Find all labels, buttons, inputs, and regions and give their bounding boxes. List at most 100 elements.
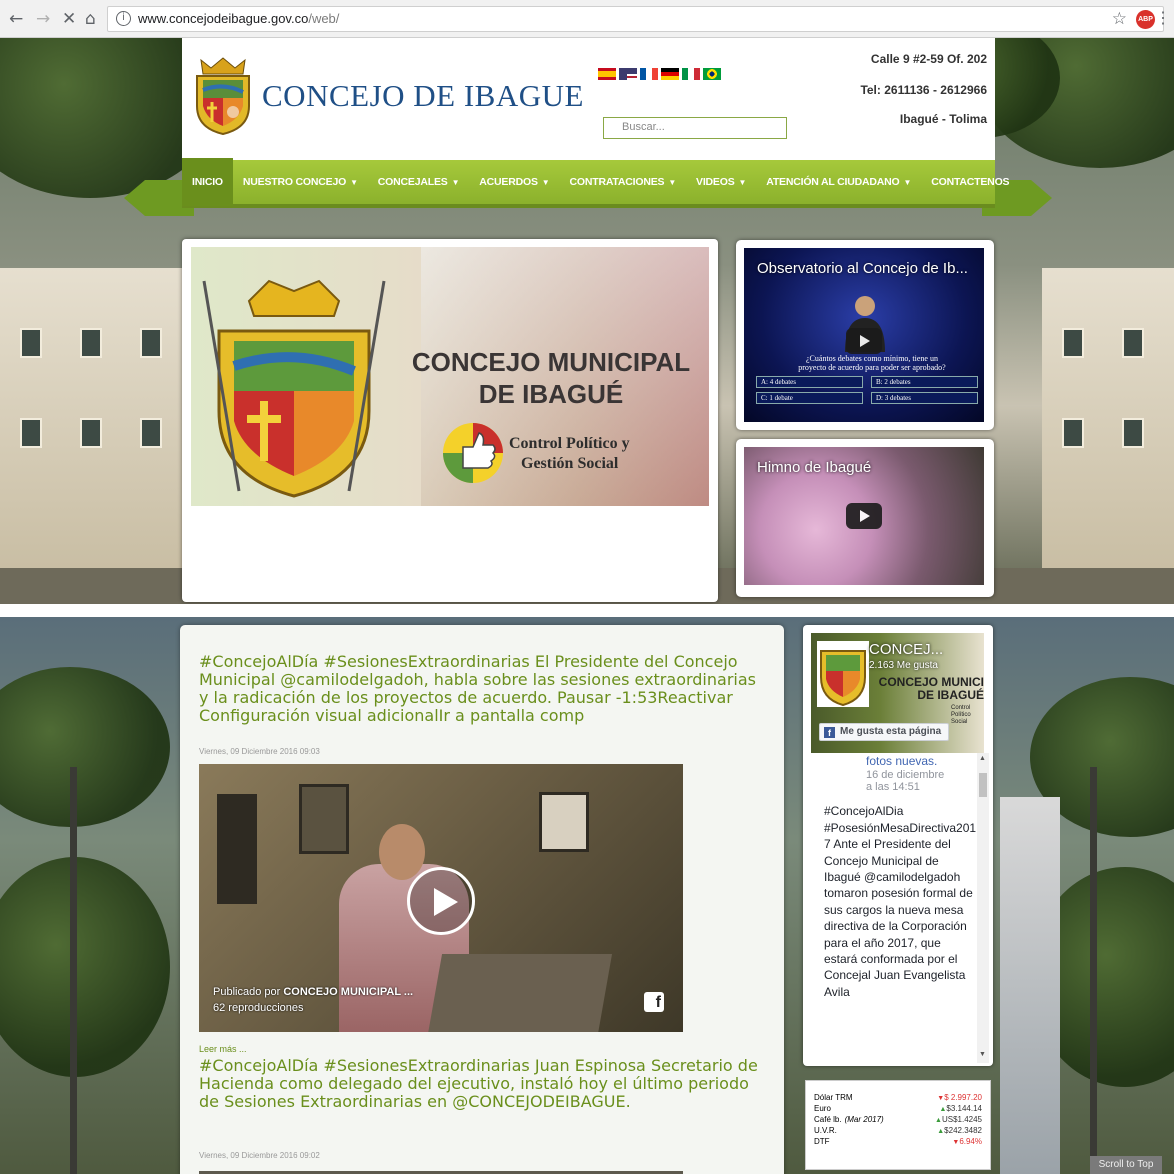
quiz-answer: B: 2 debates xyxy=(871,376,978,388)
background-building xyxy=(1042,268,1174,568)
dropdown-caret-icon: ▼ xyxy=(541,178,550,187)
quiz-answer: C: 1 debate xyxy=(756,392,863,404)
video-title[interactable]: Himno de Ibagué xyxy=(757,459,871,476)
play-button-icon[interactable] xyxy=(846,503,882,529)
article-headline[interactable]: #ConcejoAlDía #SesionesExtraordinarias E… xyxy=(199,653,769,725)
background-utility-pole xyxy=(1090,767,1097,1174)
facebook-banner-title: CONCEJO MUNICI DE IBAGUÉ xyxy=(878,675,984,702)
feed-scrollbar[interactable]: ▲ ▼ xyxy=(977,753,989,1063)
nav-item-concejales[interactable]: CONCEJALES ▼ xyxy=(368,158,469,206)
facebook-like-page-button[interactable]: f Me gusta esta página xyxy=(819,723,949,741)
economic-indicators: Dólar TRM ▼$ 2.997.20 Euro ▲$3.144.14 Café l… xyxy=(805,1080,991,1170)
dropdown-caret-icon: ▼ xyxy=(903,178,912,187)
content-section: #ConcejoAlDía #SesionesExtraordinarias E… xyxy=(0,617,1174,1174)
back-icon[interactable]: ← xyxy=(9,9,23,29)
city-coat-of-arms-logo[interactable] xyxy=(191,54,255,136)
nav-item-inicio[interactable]: INICIO xyxy=(182,158,233,206)
facebook-icon[interactable]: f xyxy=(644,992,664,1012)
scroll-down-icon[interactable]: ▼ xyxy=(979,1051,986,1058)
speaker-head xyxy=(379,824,425,880)
video-thumbnail[interactable]: ¿Cuántos debates como mínimo, tiene un p… xyxy=(744,248,984,422)
phone-text: Tel: 2611136 - 2612966 xyxy=(860,83,987,97)
wall-frame xyxy=(299,784,349,854)
wall-frame xyxy=(217,794,257,904)
flag-brazil-icon[interactable] xyxy=(703,68,721,80)
thumbs-up-icon xyxy=(443,423,503,483)
home-icon[interactable]: ⌂ xyxy=(85,9,96,29)
video-title[interactable]: Observatorio al Concejo de Ib... xyxy=(757,260,968,277)
background-tree xyxy=(0,667,170,827)
facebook-page-widget: CONCEJ... 2.163 Me gusta CONCEJO MUNICI … xyxy=(803,625,993,1066)
news-column: #ConcejoAlDía #SesionesExtraordinarias E… xyxy=(180,625,784,1174)
indicator-label: Euro xyxy=(814,1104,831,1113)
quiz-answer: D: 3 debates xyxy=(871,392,978,404)
indicator-row: Café lb. (Mar 2017) ▲US$1.4245 xyxy=(814,1115,982,1126)
slide-title-line1: CONCEJO MUNICIPAL xyxy=(411,347,691,377)
nav-item-atención-al-ciudadano[interactable]: ATENCIÓN AL CIUDADANO ▼ xyxy=(756,158,921,206)
nav-item-acuerdos[interactable]: ACUERDOS ▼ xyxy=(469,158,559,206)
background-building xyxy=(0,268,182,568)
indicator-label: U.V.R. xyxy=(814,1126,837,1135)
article-date: Viernes, 09 Diciembre 2016 09:02 xyxy=(199,1151,320,1160)
slide-coat-of-arms-icon xyxy=(202,279,386,498)
facebook-feed[interactable]: fotos nuevas. 16 de diciembre a las 14:51… xyxy=(811,753,977,1063)
forward-icon[interactable]: → xyxy=(36,9,50,29)
screenshot-seam xyxy=(0,604,1174,617)
flag-spain-icon[interactable] xyxy=(598,68,616,80)
trend-up-icon: ▲ xyxy=(935,1117,942,1124)
feed-timestamp[interactable]: 16 de diciembre a las 14:51 xyxy=(811,769,977,793)
bookmark-star-icon[interactable]: ☆ xyxy=(1112,9,1127,29)
podium xyxy=(427,954,613,1032)
browser-menu-icon[interactable]: ⋮ xyxy=(1155,8,1171,28)
video-play-button-icon[interactable] xyxy=(407,867,475,935)
indicator-label: Café lb. (Mar 2017) xyxy=(814,1115,884,1124)
background-tree xyxy=(0,857,170,1077)
nav-item-contactenos[interactable]: CONTACTENOS xyxy=(921,158,1019,206)
scroll-to-top-button[interactable]: Scroll to Top xyxy=(1090,1156,1162,1174)
scroll-thumb[interactable] xyxy=(979,773,987,797)
indicator-row: Dólar TRM ▼$ 2.997.20 xyxy=(814,1093,982,1104)
flag-germany-icon[interactable] xyxy=(661,68,679,80)
nav-item-videos[interactable]: VIDEOS ▼ xyxy=(686,158,756,206)
facebook-logo-icon: f xyxy=(824,727,835,738)
slide-image[interactable]: CONCEJO MUNICIPAL DE IBAGUÉ Control Polí… xyxy=(191,247,709,506)
indicator-row: U.V.R. ▲$242.3482 xyxy=(814,1126,982,1137)
flag-usa-icon[interactable] xyxy=(619,68,637,80)
city-text: Ibagué - Tolima xyxy=(899,112,987,126)
flag-italy-icon[interactable] xyxy=(682,68,700,80)
site-header: CONCEJO DE IBAGUE Buscar... Calle 9 #2-5… xyxy=(182,38,995,166)
video-thumbnail[interactable]: Himno de Ibagué xyxy=(744,447,984,585)
facebook-page-name[interactable]: CONCEJ... xyxy=(869,641,943,658)
article-headline[interactable]: #ConcejoAlDía #SesionesExtraordinarias J… xyxy=(199,1057,769,1111)
video-views: 62 reproducciones xyxy=(213,1002,304,1014)
info-icon[interactable]: i xyxy=(116,11,131,26)
adblock-icon[interactable]: ABP xyxy=(1136,10,1155,29)
address-bar[interactable]: i www.concejodeibague.gov.co/web/ ☆ ABP xyxy=(107,6,1164,32)
dropdown-caret-icon: ▼ xyxy=(451,178,460,187)
slide-title-line2: DE IBAGUÉ xyxy=(478,379,624,409)
facebook-likes-count: 2.163 Me gusta xyxy=(869,660,938,671)
stop-icon[interactable]: ✕ xyxy=(62,9,76,29)
indicator-row: DTF ▼6.94% xyxy=(814,1137,982,1148)
dropdown-caret-icon: ▼ xyxy=(668,178,677,187)
facebook-page-avatar-icon xyxy=(817,641,869,707)
top-section: CONCEJO DE IBAGUE Buscar... Calle 9 #2-5… xyxy=(0,38,1174,604)
address-text: Calle 9 #2-59 Of. 202 xyxy=(870,52,987,66)
site-title[interactable]: CONCEJO DE IBAGUE xyxy=(262,78,584,114)
dropdown-caret-icon: ▼ xyxy=(350,178,358,187)
slide-subtitle-line2: Gestión Social xyxy=(521,455,619,472)
video-publisher: Publicado por CONCEJO MUNICIPAL ... xyxy=(213,986,414,998)
main-navigation: INICIO NUESTRO CONCEJO ▼ CONCEJALES ▼ ACUERDO… xyxy=(124,158,1052,220)
flag-france-icon[interactable] xyxy=(640,68,658,80)
scroll-up-icon[interactable]: ▲ xyxy=(979,755,986,762)
quiz-question-line1: ¿Cuántos debates como mínimo, tiene un xyxy=(806,354,938,363)
feed-previous-text[interactable]: fotos nuevas. xyxy=(811,753,977,769)
nav-item-contrataciones[interactable]: CONTRATACIONES ▼ xyxy=(560,158,687,206)
indicator-value: ▼6.94% xyxy=(952,1137,982,1146)
facebook-video-player[interactable]: Publicado por CONCEJO MUNICIPAL ... 62 r… xyxy=(199,764,683,1032)
read-more-link[interactable]: Leer más ... xyxy=(199,1044,247,1054)
play-button-icon[interactable] xyxy=(846,328,882,354)
facebook-page-header[interactable]: CONCEJ... 2.163 Me gusta CONCEJO MUNICI … xyxy=(811,633,984,753)
search-input[interactable]: Buscar... xyxy=(603,117,787,139)
nav-item-nuestro-concejo[interactable]: NUESTRO CONCEJO ▼ xyxy=(233,158,368,206)
